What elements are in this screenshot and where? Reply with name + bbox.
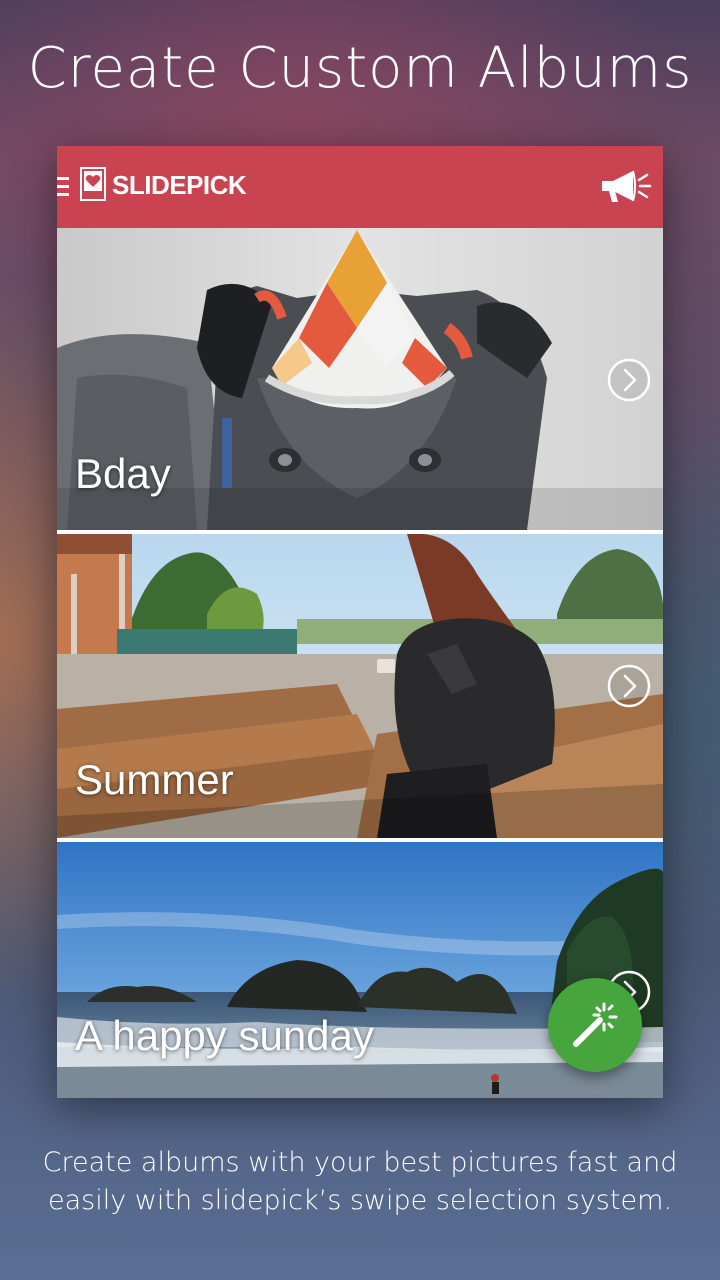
caption-line: Create albums with your best pictures fa… <box>42 1147 678 1178</box>
app-bar: SLIDEPICK <box>57 146 663 228</box>
album-card-summer[interactable]: Summer <box>57 534 663 838</box>
app-screenshot-frame: SLIDEPICK Bday Summer A happy sunday <box>57 146 663 1098</box>
album-title: A happy sunday <box>75 1012 374 1059</box>
megaphone-icon[interactable] <box>599 168 653 206</box>
caption-line: easily with slidepick’s swipe selection … <box>48 1185 672 1216</box>
app-brand-name: SLIDEPICK <box>112 170 247 200</box>
album-title: Summer <box>75 756 234 803</box>
chevron-right-icon[interactable] <box>607 664 651 708</box>
heart-photo-icon <box>80 167 106 201</box>
promo-headline: Create Custom Albums <box>27 36 693 101</box>
chevron-right-icon[interactable] <box>607 358 651 402</box>
magic-wand-icon <box>573 1002 618 1047</box>
promo-caption: Create albums with your best pictures fa… <box>0 1144 720 1220</box>
create-album-fab[interactable] <box>548 978 642 1072</box>
album-title: Bday <box>75 450 171 497</box>
hamburger-menu-icon[interactable] <box>57 177 69 197</box>
album-card-bday[interactable]: Bday <box>57 228 663 530</box>
